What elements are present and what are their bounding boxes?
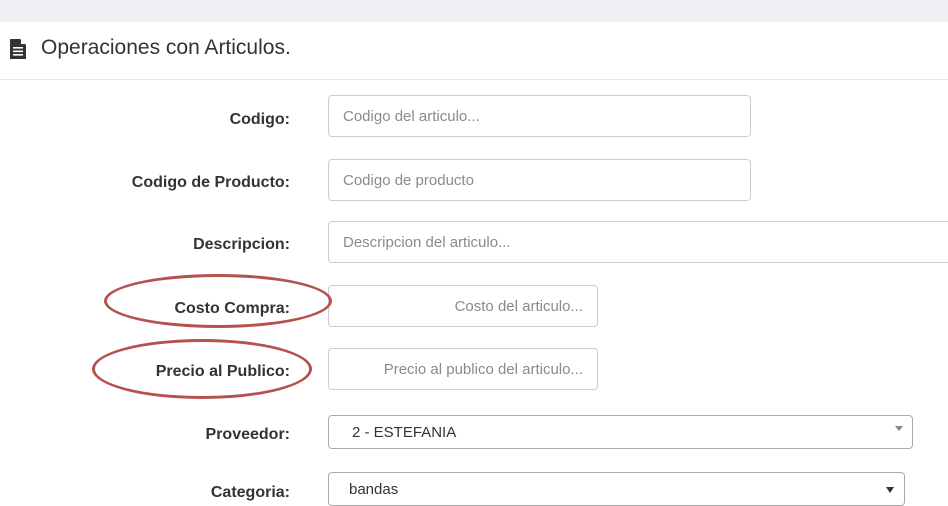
codigo-label: Codigo: [229, 111, 290, 128]
page: Operaciones con Articulos. Codigo: Codig… [0, 0, 948, 506]
panel-title: Operaciones con Articulos. [41, 36, 291, 59]
top-bar [0, 0, 948, 22]
panel-header: Operaciones con Articulos. [0, 22, 948, 80]
annotation-ellipse-costo-compra [104, 274, 332, 328]
codigo-input[interactable] [328, 95, 751, 137]
proveedor-label: Proveedor: [205, 426, 290, 443]
categoria-label: Categoria: [210, 484, 290, 501]
descripcion-label: Descripcion: [193, 236, 290, 253]
descripcion-input[interactable] [328, 221, 948, 263]
precio-publico-input[interactable] [328, 348, 598, 390]
proveedor-select[interactable]: 2 - ESTEFANIA [328, 415, 913, 449]
annotation-ellipse-precio-publico [92, 339, 312, 399]
codigo-producto-input[interactable] [328, 159, 751, 201]
document-icon [10, 39, 26, 59]
categoria-select[interactable]: bandas [328, 472, 905, 506]
caret-down-icon [886, 487, 894, 493]
categoria-selected-value: bandas [349, 481, 399, 498]
chevron-down-icon [895, 426, 903, 431]
costo-compra-input[interactable] [328, 285, 598, 327]
codigo-producto-label: Codigo de Producto: [131, 174, 290, 191]
proveedor-selected-value: 2 - ESTEFANIA [352, 424, 457, 441]
